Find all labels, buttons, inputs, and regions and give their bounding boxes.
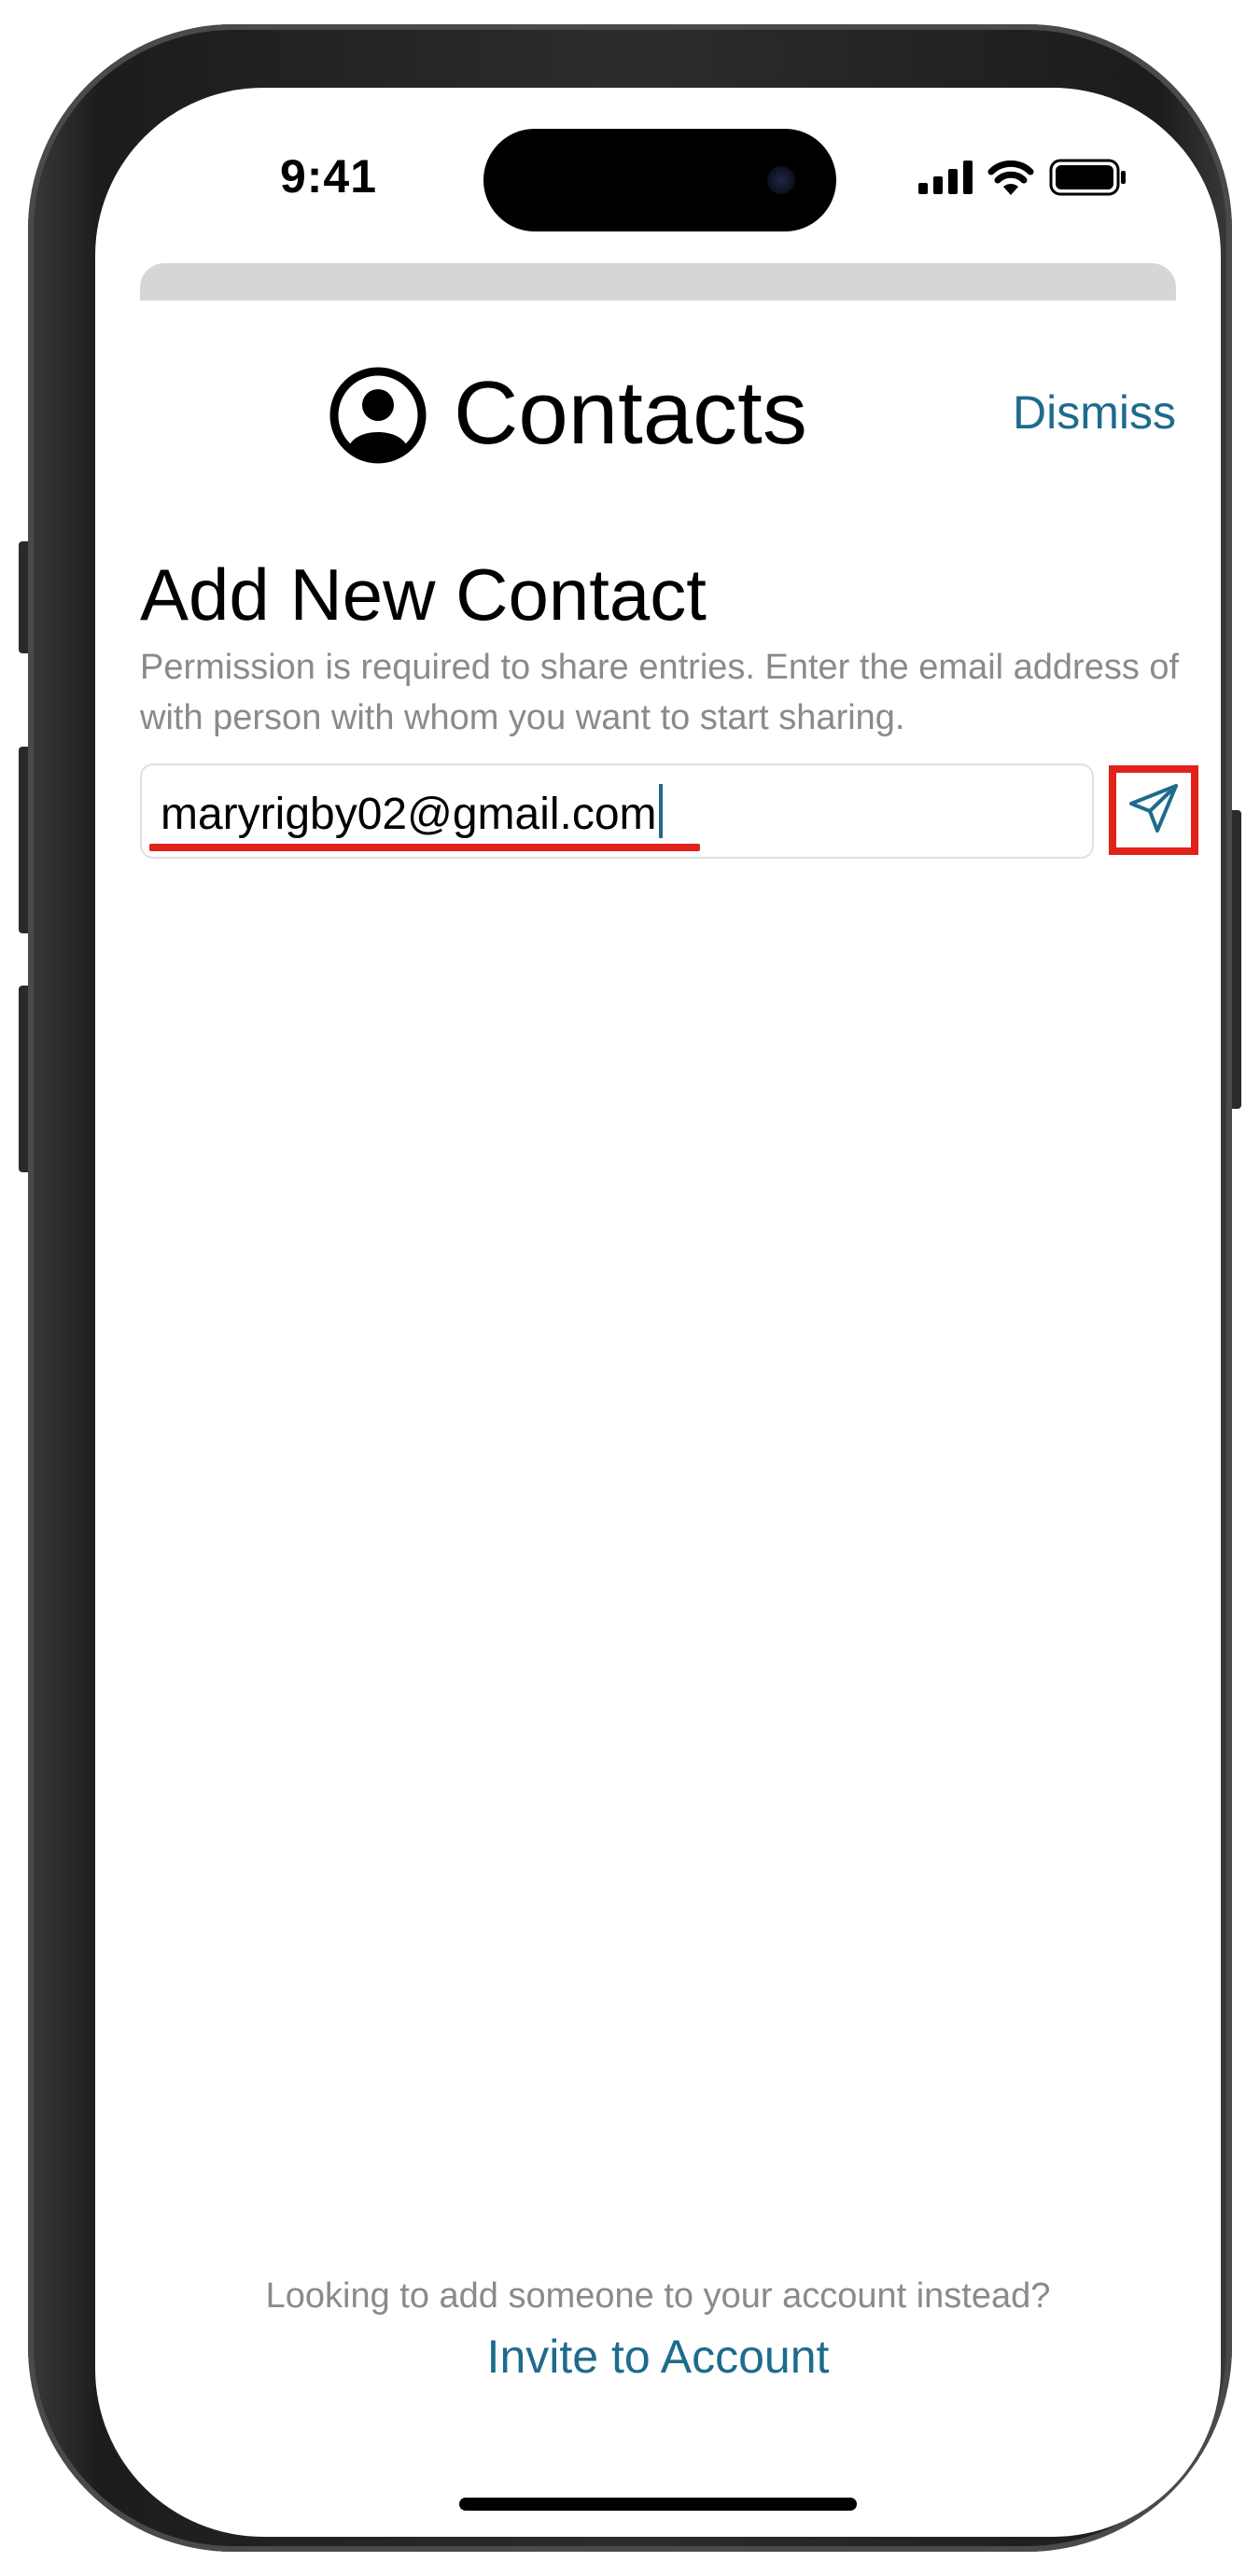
- front-camera: [767, 166, 795, 194]
- helper-text: Permission is required to share entries.…: [140, 648, 1180, 737]
- wifi-icon: [987, 160, 1034, 200]
- send-button[interactable]: [1109, 765, 1198, 855]
- screen: 9:41 Contacts Dismiss Add New Contact Pe…: [95, 88, 1221, 2537]
- home-indicator[interactable]: [459, 2498, 857, 2511]
- cellular-signal-icon: [918, 161, 973, 199]
- section-title: Add New Contact: [140, 553, 707, 636]
- page-title: Contacts: [454, 363, 807, 463]
- highlight-underline: [149, 844, 700, 851]
- email-value-text: maryrigby02@gmail.com: [161, 790, 657, 839]
- email-field-value[interactable]: maryrigby02@gmail.com: [161, 784, 663, 843]
- status-time: 9:41: [279, 150, 378, 203]
- dismiss-button[interactable]: Dismiss: [1013, 385, 1176, 441]
- footer-question: Looking to add someone to your account i…: [265, 2276, 1051, 2316]
- sheet-background-edge: [140, 263, 1176, 301]
- status-icons: [918, 159, 1127, 201]
- text-cursor: [658, 784, 663, 838]
- phone-frame: 9:41 Contacts Dismiss Add New Contact Pe…: [28, 24, 1232, 2552]
- invite-to-account-link[interactable]: Invite to Account: [95, 2328, 1221, 2386]
- paper-plane-icon: [1127, 781, 1181, 840]
- dynamic-island: [483, 129, 836, 231]
- battery-icon: [1049, 159, 1127, 201]
- person-circle-icon: [329, 366, 427, 465]
